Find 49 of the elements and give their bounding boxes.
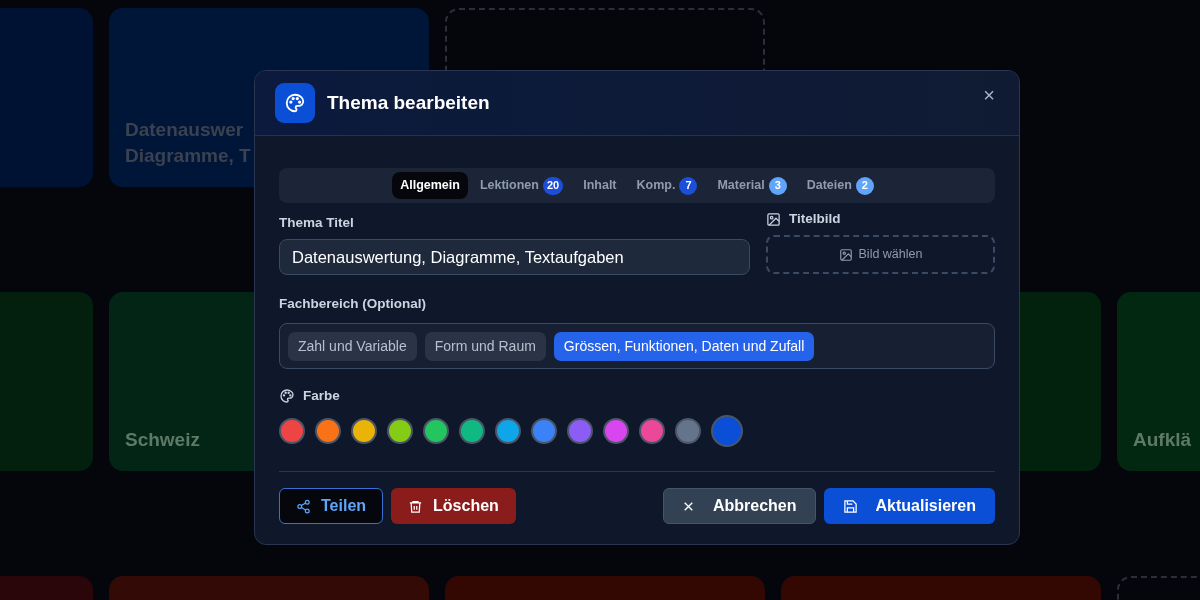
color-swatch[interactable]	[603, 418, 629, 444]
subject-chip[interactable]: Grössen, Funktionen, Daten und Zufall	[553, 331, 815, 361]
count-badge: 7	[679, 176, 698, 195]
cancel-button[interactable]: Abbrechen	[662, 488, 816, 524]
field-label: Titelbild	[789, 209, 841, 228]
color-swatch[interactable]	[315, 418, 341, 444]
color-swatch[interactable]	[387, 418, 413, 444]
card-title: Diagramme, T	[125, 144, 251, 168]
share-icon	[296, 498, 311, 514]
image-icon	[838, 247, 853, 262]
tab[interactable]: Dateien 2	[798, 172, 882, 199]
tab[interactable]: Inhalt	[575, 172, 625, 199]
share-button[interactable]: Teilen	[279, 488, 384, 524]
field-label: Farbe	[303, 386, 340, 405]
palette-icon	[275, 83, 315, 123]
color-swatch[interactable]	[567, 418, 593, 444]
title-input[interactable]: Datenauswertung, Diagramme, Textaufgaben	[279, 239, 750, 275]
trash-icon	[408, 498, 424, 514]
dialog-title: Thema bearbeiten	[327, 90, 490, 115]
count-badge: 20	[542, 176, 564, 195]
color-swatch[interactable]	[639, 418, 665, 444]
color-swatch[interactable]	[351, 418, 377, 444]
subject-chip[interactable]: Zahl und Variable	[288, 331, 417, 361]
palette-icon	[279, 388, 295, 404]
color-swatch[interactable]	[531, 418, 557, 444]
tab[interactable]: Komp. 7	[628, 172, 706, 199]
tab[interactable]: Lektionen 20	[471, 172, 572, 199]
choose-image-button[interactable]: Bild wählen	[766, 235, 995, 274]
color-swatch[interactable]	[675, 418, 701, 444]
subject-chip[interactable]: Form und Raum	[424, 331, 546, 361]
close-button[interactable]: ×	[979, 85, 999, 105]
color-swatch[interactable]	[279, 418, 305, 444]
color-swatch[interactable]	[423, 418, 449, 444]
count-badge: 3	[768, 176, 787, 195]
color-swatch[interactable]	[495, 418, 521, 444]
tab[interactable]: Material 3	[709, 172, 795, 199]
field-label: Fachbereich (Optional)	[279, 294, 428, 313]
card-title: Aufklä	[1133, 428, 1192, 452]
tab[interactable]: Allgemein	[392, 172, 468, 199]
color-swatch[interactable]	[711, 415, 743, 447]
field-label: Thema Titel	[279, 213, 355, 232]
card-title: Datenauswer	[125, 118, 244, 142]
color-swatch[interactable]	[459, 418, 485, 444]
update-button[interactable]: Aktualisieren	[823, 488, 995, 524]
image-icon	[766, 211, 781, 227]
save-icon	[842, 498, 858, 514]
delete-button[interactable]: Löschen	[391, 488, 516, 524]
card-title: Schweiz	[125, 428, 200, 452]
count-badge: 2	[855, 176, 874, 195]
